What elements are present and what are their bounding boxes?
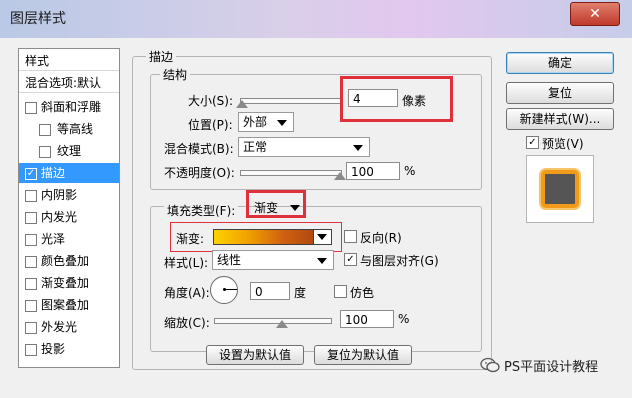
list-item-satin[interactable]: 光泽	[19, 229, 119, 249]
size-slider-thumb[interactable]	[236, 100, 248, 108]
list-item-label: 投影	[41, 342, 66, 356]
style-value: 线性	[217, 253, 242, 267]
checkbox-checked[interactable]: ✓	[25, 168, 37, 180]
preview-label: 预览(V)	[542, 137, 584, 151]
list-item-blend-options[interactable]: 混合选项:默认	[19, 73, 119, 93]
opacity-unit: %	[404, 164, 416, 178]
reset-default-button[interactable]: 复位为默认值	[314, 345, 412, 365]
blend-mode-label: 混合模式(B):	[164, 142, 234, 156]
wechat-logo-icon	[480, 357, 500, 373]
list-item-drop-shadow[interactable]: 投影	[19, 339, 119, 359]
list-item-label: 混合选项:默认	[25, 76, 102, 90]
new-style-button[interactable]: 新建样式(W)...	[506, 108, 614, 130]
style-label: 样式(L):	[164, 256, 209, 270]
list-item-label: 图案叠加	[41, 298, 90, 312]
list-item-label: 外发光	[41, 320, 78, 334]
align-layer-checkbox[interactable]: ✓	[344, 253, 357, 266]
scale-input[interactable]: 100	[340, 310, 394, 328]
position-value: 外部	[243, 115, 268, 129]
list-item-outer-glow[interactable]: 外发光	[19, 317, 119, 337]
opacity-slider-thumb[interactable]	[334, 172, 346, 180]
style-preview	[526, 155, 594, 223]
ok-button[interactable]: 确定	[506, 52, 614, 74]
angle-dial[interactable]	[210, 276, 246, 304]
list-item-label: 渐变叠加	[41, 276, 90, 290]
chevron-down-icon	[277, 120, 287, 126]
fill-type-label: 填充类型(F):	[164, 202, 239, 219]
styles-list-header[interactable]: 样式	[19, 51, 119, 71]
dither-label: 仿色	[350, 286, 375, 300]
angle-input[interactable]: 0	[250, 282, 290, 300]
opacity-input[interactable]: 100	[346, 162, 400, 180]
align-layer-label: 与图层对齐(G)	[360, 254, 439, 268]
list-item-label: 内发光	[41, 210, 78, 224]
scale-slider-track[interactable]	[214, 318, 332, 324]
checkbox[interactable]	[25, 300, 37, 312]
checkbox[interactable]	[25, 102, 37, 114]
position-label: 位置(P):	[188, 118, 233, 132]
size-slider-track[interactable]	[240, 98, 342, 104]
size-label: 大小(S):	[188, 94, 234, 108]
scale-slider-thumb[interactable]	[276, 320, 288, 328]
checkbox[interactable]	[39, 124, 51, 136]
angle-unit: 度	[294, 286, 307, 300]
styles-list: 样式 混合选项:默认 斜面和浮雕 等高线 纹理 ✓ 描边 内阴影 内发光 光泽 …	[18, 48, 120, 368]
styles-header-label: 样式	[25, 54, 50, 68]
list-item-label: 等高线	[57, 122, 94, 136]
position-dropdown[interactable]: 外部	[238, 112, 294, 132]
scale-label: 缩放(C):	[164, 316, 210, 330]
angle-dial-center	[223, 288, 226, 291]
angle-label: 角度(A):	[164, 286, 210, 300]
checkbox[interactable]	[25, 344, 37, 356]
blend-mode-value: 正常	[243, 140, 268, 154]
list-item-inner-shadow[interactable]: 内阴影	[19, 185, 119, 205]
list-item-gradient-overlay[interactable]: 渐变叠加	[19, 273, 119, 293]
reverse-checkbox[interactable]	[344, 230, 357, 243]
blend-mode-dropdown[interactable]: 正常	[238, 137, 370, 157]
highlight-box-fill-type	[246, 190, 306, 218]
checkbox[interactable]	[25, 322, 37, 334]
chevron-down-icon	[317, 258, 327, 264]
structure-title: 结构	[160, 66, 191, 83]
checkbox[interactable]	[39, 146, 51, 158]
checkbox[interactable]	[25, 256, 37, 268]
style-dropdown[interactable]: 线性	[212, 250, 334, 270]
dither-checkbox[interactable]	[334, 285, 347, 298]
list-item-label: 内阴影	[41, 188, 78, 202]
window-title: 图层样式	[10, 11, 66, 27]
close-button[interactable]: ✕	[570, 2, 620, 26]
list-item-label: 纹理	[57, 144, 82, 158]
checkbox[interactable]	[25, 190, 37, 202]
stroke-section-title: 描边	[146, 48, 177, 65]
list-item-bevel-emboss[interactable]: 斜面和浮雕	[19, 97, 119, 117]
opacity-label: 不透明度(O):	[164, 166, 235, 180]
watermark-text: PS平面设计教程	[504, 360, 599, 375]
list-item-label: 光泽	[41, 232, 66, 246]
list-item-contour[interactable]: 等高线	[19, 119, 119, 139]
list-item-pattern-overlay[interactable]: 图案叠加	[19, 295, 119, 315]
list-item-stroke[interactable]: ✓ 描边	[19, 163, 119, 183]
highlight-box-gradient	[170, 222, 342, 252]
list-item-inner-glow[interactable]: 内发光	[19, 207, 119, 227]
list-item-label: 斜面和浮雕	[41, 100, 102, 114]
preview-checkbox[interactable]: ✓	[526, 136, 539, 149]
list-item-label: 颜色叠加	[41, 254, 90, 268]
opacity-slider-track[interactable]	[240, 170, 342, 176]
reset-button[interactable]: 复位	[506, 82, 614, 104]
checkbox[interactable]	[25, 234, 37, 246]
checkbox[interactable]	[25, 278, 37, 290]
list-item-label: 描边	[41, 166, 66, 180]
style-preview-swatch	[541, 170, 579, 208]
list-item-texture[interactable]: 纹理	[19, 141, 119, 161]
highlight-box-size	[340, 76, 453, 122]
title-bar: 图层样式 ✕	[0, 0, 632, 38]
set-default-button[interactable]: 设置为默认值	[206, 345, 304, 365]
list-item-color-overlay[interactable]: 颜色叠加	[19, 251, 119, 271]
checkbox[interactable]	[25, 212, 37, 224]
reverse-label: 反向(R)	[360, 231, 402, 245]
chevron-down-icon	[353, 145, 363, 151]
scale-unit: %	[398, 312, 410, 326]
